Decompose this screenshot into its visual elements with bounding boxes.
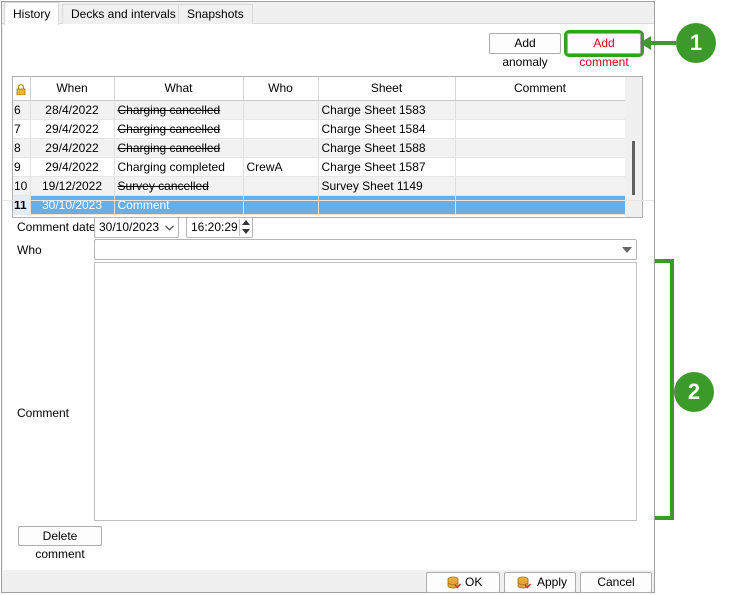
callout-bracket — [655, 259, 674, 520]
callout-badge-1: 1 — [676, 23, 716, 63]
callout-arrow-head — [640, 36, 651, 50]
callout-overlay — [640, 36, 676, 520]
callout-badge-2: 2 — [674, 372, 714, 412]
tab-history[interactable]: History — [4, 2, 60, 25]
